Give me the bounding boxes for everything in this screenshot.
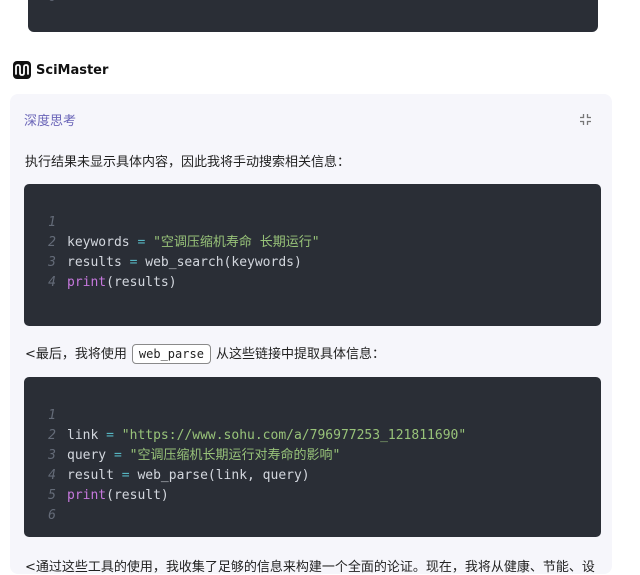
paragraph-web-parse-before: <最后，我将使用 — [25, 347, 127, 362]
brand: SciMaster — [13, 61, 108, 79]
code-line-number: 1 — [48, 215, 56, 230]
code-token: = — [106, 428, 114, 443]
code-line-text: query = "空调压缩机长期运行对寿命的影响" — [67, 446, 340, 466]
code-line-text: result = web_parse(link, query) — [67, 466, 310, 486]
paragraph-summary: <通过这些工具的使用，我收集了足够的信息来构建一个全面的论证。现在，我将从健康、… — [25, 560, 595, 575]
code-line-number: 2 — [48, 428, 56, 443]
code-line-text: keywords = "空调压缩机寿命 长期运行" — [67, 233, 320, 253]
code-token: results — [67, 255, 130, 270]
brand-name: SciMaster — [36, 62, 109, 78]
code-line-number: 1 — [48, 408, 56, 423]
code-line-number: 4 — [48, 468, 56, 483]
code-token: = — [121, 468, 130, 483]
paragraph-manual-search: 执行结果未显示具体内容，因此我将手动搜索相关信息： — [25, 155, 351, 170]
line-number: 6 — [48, 0, 55, 4]
code-line-number: 6 — [48, 508, 56, 523]
code-line-text: link = "https://www.sohu.com/a/796977253… — [67, 426, 466, 446]
code-block-web-parse: 1 2 link = "https://www.sohu.com/a/7969772… — [24, 377, 601, 537]
code-token: = — [113, 448, 122, 463]
code-token: web_search(keywords) — [137, 255, 302, 270]
code-line-number: 3 — [48, 448, 56, 463]
paragraph-web-parse-after: 从这些链接中提取具体信息： — [215, 347, 385, 362]
code-token: result — [67, 468, 122, 483]
deep-thinking-title[interactable]: 深度思考 — [24, 110, 76, 129]
code-line-text: print(results) — [67, 273, 177, 293]
collapse-icon[interactable] — [579, 111, 592, 130]
code-token: keywords — [67, 235, 138, 250]
previous-code-block: 6 — [28, 0, 598, 32]
code-token: (result) — [106, 488, 169, 503]
code-token: (results) — [106, 275, 177, 290]
code-line-number: 3 — [48, 255, 56, 270]
code-token: print — [67, 275, 107, 290]
code-line-number: 4 — [48, 275, 56, 290]
code-block-web-search: 1 2 keywords = "空调压缩机寿命 长期运行" 3 results = we… — [24, 184, 601, 326]
scimaster-logo-icon — [13, 61, 31, 79]
code-line-number: 5 — [48, 488, 56, 503]
code-token: "空调压缩机寿命 长期运行" — [153, 235, 320, 250]
paragraph-web-parse: <最后，我将使用 web_parse 从这些链接中提取具体信息： — [25, 343, 385, 364]
code-token: print — [67, 488, 107, 503]
code-line-text: results = web_search(keywords) — [67, 253, 302, 273]
code-token: link — [67, 428, 107, 443]
code-token: "空调压缩机长期运行对寿命的影响" — [129, 448, 341, 463]
code-token: web_parse(link, query) — [129, 468, 310, 483]
code-line-text: print(result) — [67, 486, 169, 506]
code-line-number: 2 — [48, 235, 56, 250]
code-token: query — [67, 448, 114, 463]
code-token: "https://www.sohu.com/a/796977253_121811… — [121, 428, 467, 443]
inline-code-web-parse: web_parse — [131, 344, 211, 364]
